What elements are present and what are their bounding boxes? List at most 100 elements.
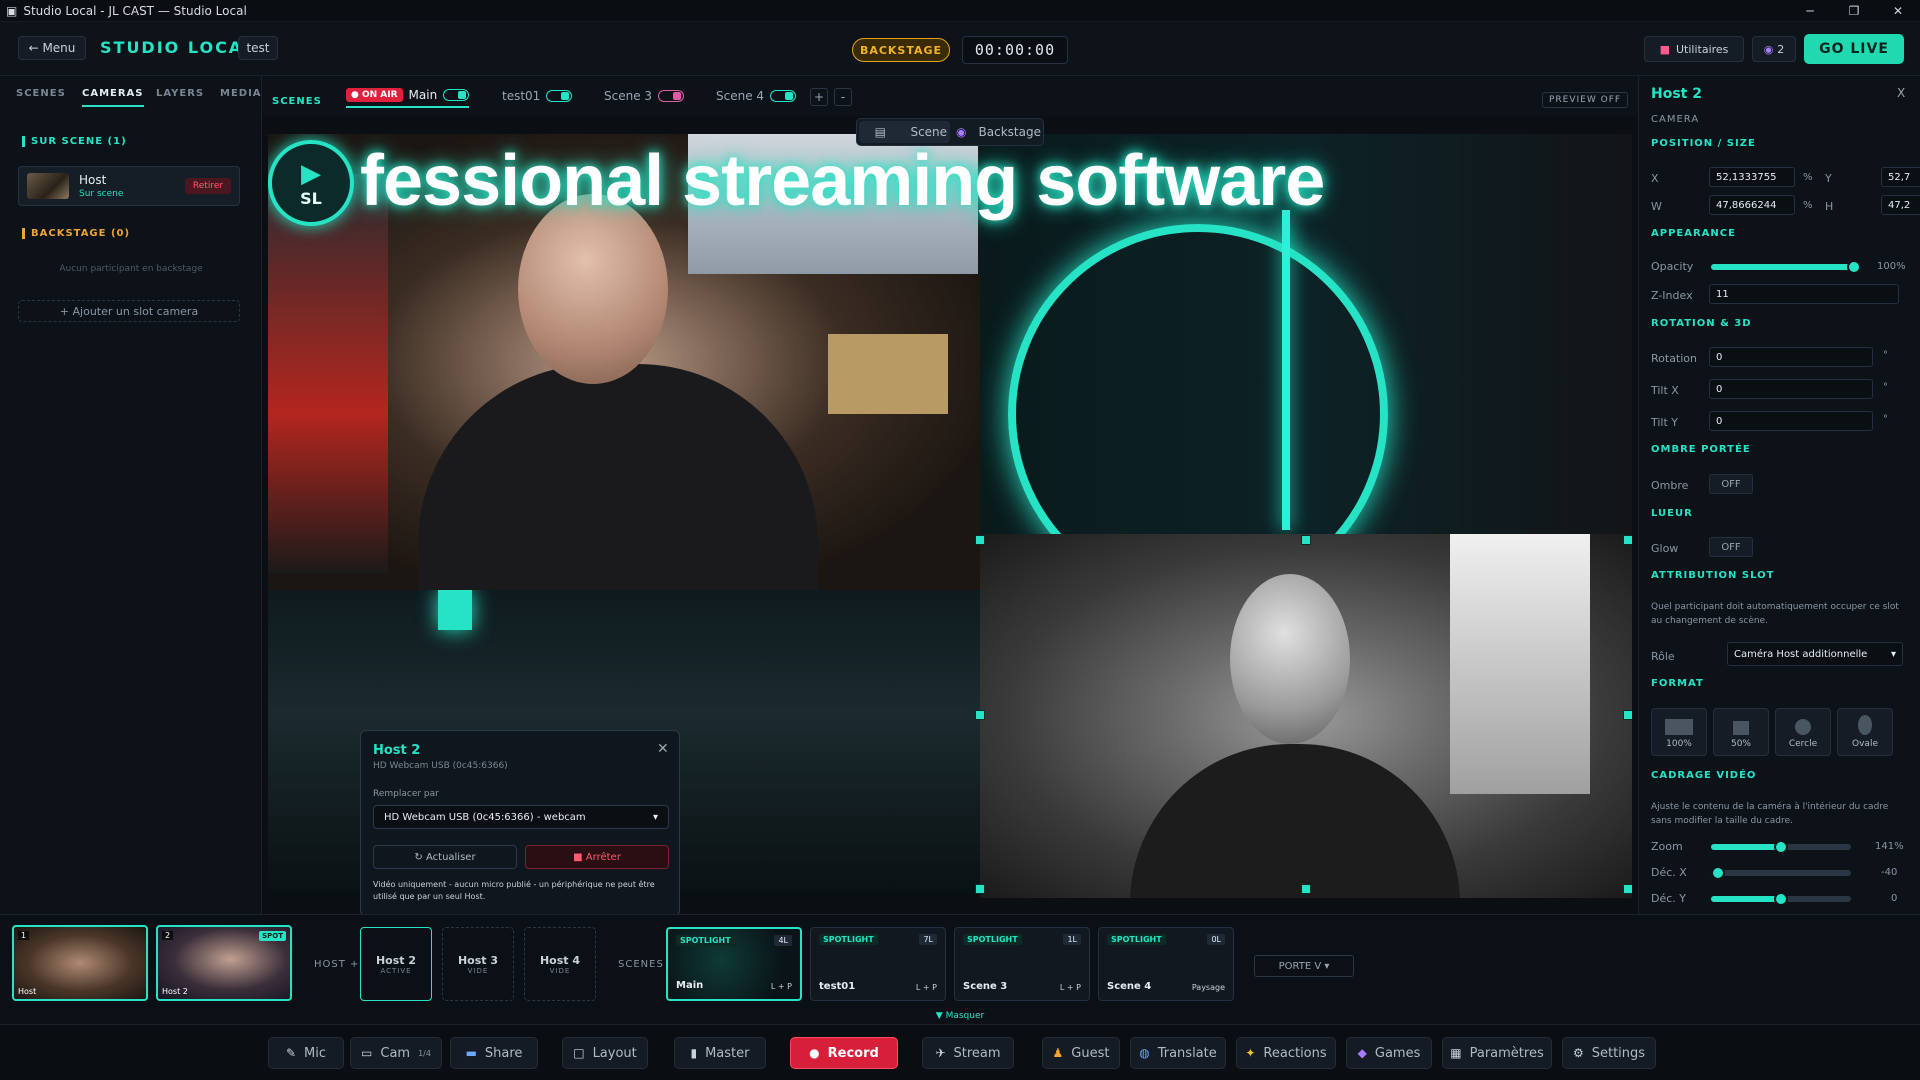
stop-button[interactable]: ■ Arrêter: [525, 845, 669, 869]
scene-tab-main[interactable]: ● ON AIR Main: [346, 84, 470, 108]
format-option-100[interactable]: 100%: [1651, 708, 1707, 756]
tab-media[interactable]: MEDIA: [220, 88, 262, 99]
add-scene-button[interactable]: +: [810, 88, 828, 106]
stream-button[interactable]: ✈ Stream: [922, 1037, 1014, 1069]
host-slot-2[interactable]: Host 2 ACTIVE: [360, 927, 432, 1001]
host-participant-card[interactable]: Host Sur scene Retirer: [18, 166, 240, 206]
neon-light-small: [438, 590, 472, 630]
zoom-slider[interactable]: [1711, 840, 1851, 854]
utilities-button[interactable]: ■ Utilitaires: [1644, 36, 1744, 62]
host-slot-4[interactable]: Host 4 VIDE: [524, 927, 596, 1001]
participant-thumb-host[interactable]: 1 Host: [12, 925, 148, 1001]
resize-handle[interactable]: [975, 884, 985, 894]
slot-description: Quel participant doit automatiquement oc…: [1651, 602, 1899, 626]
games-button[interactable]: ◆ Games: [1346, 1037, 1432, 1069]
backstage-view-button[interactable]: ◉ Backstage: [950, 121, 1041, 143]
scene-icon: ▤: [874, 125, 886, 139]
resize-handle[interactable]: [1623, 884, 1632, 894]
restore-icon[interactable]: ❐: [1832, 0, 1876, 22]
tiltx-input[interactable]: 0: [1709, 379, 1873, 399]
participant-strip: 1 Host 2 SPOT Host 2 HOST + Host 2 ACTIV…: [0, 914, 1920, 1024]
scene-tab-test01[interactable]: test01: [502, 84, 573, 108]
banner-text: fessional streaming software: [360, 141, 1325, 221]
cam-button[interactable]: ▭ Cam 1/4: [350, 1037, 442, 1069]
studio-name-badge[interactable]: test: [238, 36, 278, 60]
globe-icon: ◍: [1139, 1046, 1150, 1060]
parametres-button[interactable]: ▦ Paramètres: [1442, 1037, 1552, 1069]
close-icon[interactable]: ✕: [657, 741, 669, 757]
tilty-input[interactable]: 0: [1709, 411, 1873, 431]
settings-button[interactable]: ⚙ Settings: [1562, 1037, 1656, 1069]
guest-button[interactable]: ♟ Guest: [1042, 1037, 1120, 1069]
hide-strip-button[interactable]: ▼ Masquer: [0, 1011, 1920, 1021]
scene-bar: SCENES ● ON AIR Main test01 Scene 3 Scen…: [262, 76, 1638, 116]
studio-logo: ▶ SL: [268, 140, 354, 226]
grid-icon: ▦: [1450, 1046, 1462, 1060]
tab-scenes[interactable]: SCENES: [16, 88, 66, 99]
rotation-unit: °: [1883, 350, 1888, 361]
resize-handle[interactable]: [1623, 710, 1632, 720]
go-live-button[interactable]: GO LIVE: [1804, 34, 1904, 64]
h-input[interactable]: 47,2: [1881, 195, 1920, 215]
remove-host-button[interactable]: Retirer: [185, 178, 231, 194]
rect-full-icon: [1665, 719, 1693, 735]
x-input[interactable]: 52,1333755: [1709, 167, 1795, 187]
resize-handle[interactable]: [1301, 535, 1311, 545]
device-select[interactable]: HD Webcam USB (0c45:6366) - webcam ▾: [373, 805, 669, 829]
camera-feed-host-2[interactable]: [980, 534, 1632, 898]
y-input[interactable]: 52,7: [1881, 167, 1920, 187]
preview-toggle[interactable]: PREVIEW OFF: [1542, 92, 1629, 108]
format-option-50[interactable]: 50%: [1713, 708, 1769, 756]
opacity-slider[interactable]: [1711, 260, 1861, 274]
scene-toggle[interactable]: [443, 89, 470, 101]
scene-tab-scene-3[interactable]: Scene 3: [604, 84, 685, 108]
shadow-toggle[interactable]: OFF: [1709, 474, 1753, 494]
close-icon[interactable]: X: [1897, 86, 1905, 100]
role-select[interactable]: Caméra Host additionnelle ▾: [1727, 642, 1903, 666]
scene-tab-scene-4[interactable]: Scene 4: [716, 84, 797, 108]
remove-scene-button[interactable]: -: [834, 88, 852, 106]
close-window-icon[interactable]: ✕: [1876, 0, 1920, 22]
thumb-number: 2: [162, 931, 174, 940]
scene-card-main[interactable]: SPOTLIGHT 4L Main L + P: [666, 927, 802, 1001]
scene-view-button[interactable]: ▤ Scene: [859, 121, 950, 143]
host-slot-3[interactable]: Host 3 VIDE: [442, 927, 514, 1001]
w-input[interactable]: 47,8666244: [1709, 195, 1795, 215]
layout-button[interactable]: □ Layout: [562, 1037, 648, 1069]
refresh-button[interactable]: ↻ Actualiser: [373, 845, 517, 869]
offset-x-slider[interactable]: [1711, 866, 1851, 880]
format-option-oval[interactable]: Ovale: [1837, 708, 1893, 756]
scene-toggle[interactable]: [546, 90, 573, 102]
menu-button[interactable]: ← Menu: [18, 36, 86, 60]
door-transition-select[interactable]: PORTE V ▾: [1254, 955, 1354, 977]
backstage-status-badge[interactable]: BACKSTAGE: [852, 38, 950, 62]
zindex-input[interactable]: 11: [1709, 284, 1899, 304]
resize-handle[interactable]: [1623, 535, 1632, 545]
translate-button[interactable]: ◍ Translate: [1130, 1037, 1226, 1069]
master-button[interactable]: ▮ Master: [674, 1037, 766, 1069]
minimize-icon[interactable]: ─: [1788, 0, 1832, 22]
viewers-button[interactable]: ◉ 2: [1752, 36, 1796, 62]
participant-thumb-host-2[interactable]: 2 SPOT Host 2: [156, 925, 292, 1001]
w-unit: %: [1803, 200, 1813, 211]
resize-handle[interactable]: [1301, 884, 1311, 894]
format-option-circle[interactable]: Cercle: [1775, 708, 1831, 756]
scene-card-scene-4[interactable]: SPOTLIGHT 0L Scene 4 Paysage: [1098, 927, 1234, 1001]
scene-toggle[interactable]: [658, 90, 685, 102]
offset-y-slider[interactable]: [1711, 892, 1851, 906]
scene-toggle[interactable]: [770, 90, 797, 102]
rotation-input[interactable]: 0: [1709, 347, 1873, 367]
glow-toggle[interactable]: OFF: [1709, 537, 1753, 557]
record-button[interactable]: ● Record: [790, 1037, 898, 1069]
add-camera-slot-button[interactable]: + Ajouter un slot camera: [18, 300, 240, 322]
scene-layout: Paysage: [1191, 983, 1225, 992]
tab-layers[interactable]: LAYERS: [156, 88, 204, 99]
scene-card-test01[interactable]: SPOTLIGHT 7L test01 L + P: [810, 927, 946, 1001]
resize-handle[interactable]: [975, 535, 985, 545]
tab-cameras[interactable]: CAMERAS: [82, 88, 144, 107]
mic-button[interactable]: ✎ Mic: [268, 1037, 344, 1069]
scene-card-scene-3[interactable]: SPOTLIGHT 1L Scene 3 L + P: [954, 927, 1090, 1001]
resize-handle[interactable]: [975, 710, 985, 720]
reactions-button[interactable]: ✦ Reactions: [1236, 1037, 1336, 1069]
share-button[interactable]: ▬ Share: [450, 1037, 538, 1069]
